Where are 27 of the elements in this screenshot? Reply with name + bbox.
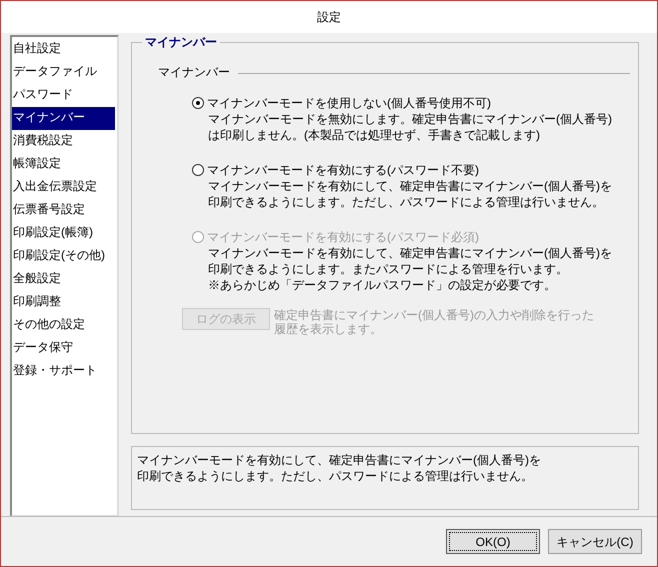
- window-title: 設定: [317, 9, 341, 26]
- sidebar-item[interactable]: マイナンバー: [12, 107, 115, 130]
- sidebar-item[interactable]: 登録・サポート: [12, 360, 115, 383]
- help-text: マイナンバーモードを有効にして、確定申告書にマイナンバー(個人番号)を 印刷できるようにします。ただし、パスワードによる管理は行いません。: [131, 446, 639, 510]
- option-description: マイナンバーモードを有効にして、確定申告書にマイナンバー(個人番号)を 印刷できるようにします。またパスワードによる管理を行います。 ※あらかじめ「データファイルパスワード」の設定が必要です。: [208, 245, 612, 293]
- sidebar-item[interactable]: 自社設定: [12, 38, 115, 61]
- sidebar-item[interactable]: 入出金伝票設定: [12, 176, 115, 199]
- section-label: マイナンバー: [157, 64, 230, 81]
- group-title: マイナンバー: [142, 34, 220, 50]
- sidebar-item[interactable]: データファイル: [12, 61, 115, 84]
- radio-option[interactable]: マイナンバーモードを使用しない(個人番号使用不可): [192, 95, 630, 111]
- sidebar-item[interactable]: 印刷設定(帳簿): [12, 222, 115, 245]
- option-description: マイナンバーモードを無効にします。確定申告書にマイナンバー(個人番号) は印刷しません。(本製品では処理せず、手書きで記載します): [208, 111, 612, 143]
- sidebar-item[interactable]: その他の設定: [12, 314, 115, 337]
- sidebar-item[interactable]: パスワード: [12, 84, 115, 107]
- sidebar-item[interactable]: 消費税設定: [12, 130, 115, 153]
- sidebar-item[interactable]: 伝票番号設定: [12, 199, 115, 222]
- dialog-button[interactable]: キャンセル(C): [548, 529, 642, 554]
- sidebar-item[interactable]: データ保守: [12, 337, 115, 360]
- sidebar-item[interactable]: 全般設定: [12, 268, 115, 291]
- sidebar-item[interactable]: 印刷設定(その他): [12, 245, 115, 268]
- sidebar-item[interactable]: 帳簿設定: [12, 153, 115, 176]
- log-description: 確定申告書にマイナンバー(個人番号)の入力や削除を行った 履歴を表示します。: [274, 308, 594, 336]
- option-description: マイナンバーモードを有効にして、確定申告書にマイナンバー(個人番号)を 印刷できるようにします。ただし、パスワードによる管理は行いません。: [208, 178, 612, 210]
- dialog-button[interactable]: OK(O): [446, 529, 540, 554]
- radio-option[interactable]: マイナンバーモードを有効にする(パスワード不要): [192, 162, 630, 178]
- sidebar-item[interactable]: 印刷調整: [12, 291, 115, 314]
